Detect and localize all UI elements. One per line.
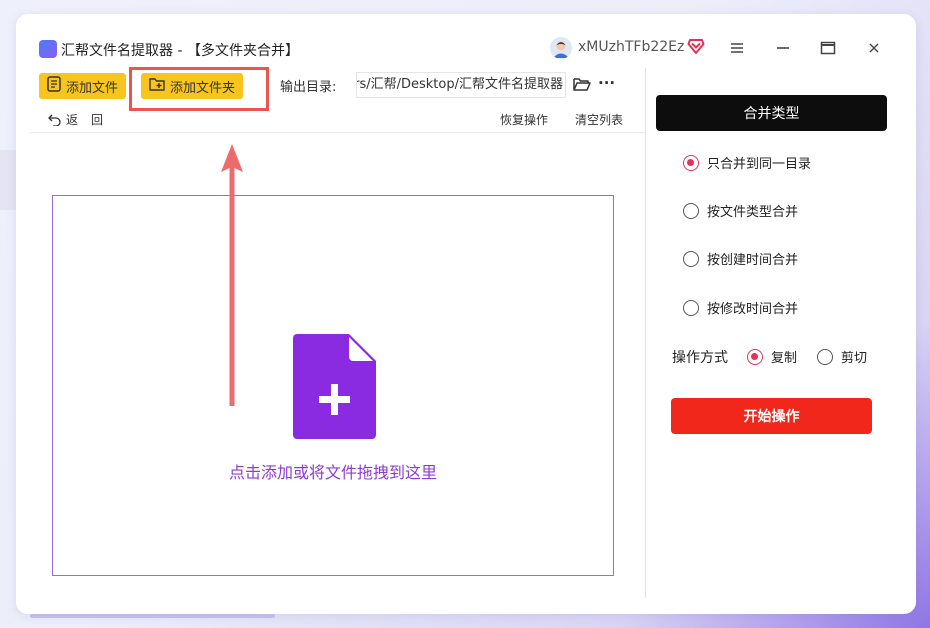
merge-type-title: 合并类型 — [656, 95, 887, 131]
annotation-arrow-icon — [220, 144, 244, 413]
background-decoration-bar — [30, 614, 275, 618]
restore-button[interactable]: 恢复操作 — [500, 111, 548, 128]
file-drop-zone[interactable]: 点击添加或将文件拖拽到这里 — [52, 195, 614, 576]
start-button[interactable]: 开始操作 — [671, 398, 872, 434]
file-list-icon — [47, 76, 61, 96]
drop-zone-hint: 点击添加或将文件拖拽到这里 — [228, 463, 437, 482]
clear-list-button[interactable]: 清空列表 — [575, 111, 623, 128]
app-logo-icon — [39, 40, 57, 58]
highlight-annotation-box — [129, 67, 269, 111]
back-button[interactable]: 返 — [66, 111, 78, 128]
maximize-button[interactable] — [816, 36, 840, 60]
radio-unselected-icon — [683, 202, 699, 219]
operation-copy-option[interactable]: 复制 — [747, 347, 797, 366]
merge-option-by-modified[interactable]: 按修改时间合并 — [683, 298, 798, 317]
add-file-button[interactable]: 添加文件 — [39, 73, 127, 99]
operation-mode-label: 操作方式 — [672, 350, 728, 366]
avatar[interactable] — [550, 37, 572, 59]
add-file-label: 添加文件 — [66, 80, 119, 96]
merge-option-by-created[interactable]: 按创建时间合并 — [683, 249, 798, 268]
minimize-button[interactable] — [771, 36, 795, 60]
radio-selected-icon — [683, 154, 699, 171]
back-button-second-char[interactable]: 回 — [91, 111, 103, 128]
merge-option-label: 按文件类型合并 — [707, 205, 799, 220]
menu-icon[interactable] — [725, 36, 749, 60]
radio-unselected-icon — [683, 250, 699, 267]
operation-option-label: 复制 — [771, 351, 798, 366]
radio-unselected-icon — [817, 348, 833, 365]
more-options-button[interactable]: ··· — [598, 74, 615, 92]
app-window: 汇帮文件名提取器 - 【多文件夹合并】 xMUzhTFb22Ez 添加文件 添加… — [16, 14, 916, 614]
operation-option-label: 剪切 — [841, 351, 868, 366]
merge-option-by-type[interactable]: 按文件类型合并 — [683, 201, 798, 220]
output-dir-field[interactable]: C:/Users/汇帮/Desktop/汇帮文件名提取器 — [356, 72, 566, 98]
back-label-2: 回 — [91, 113, 104, 127]
toolbar-divider — [30, 132, 645, 133]
merge-option-label: 按修改时间合并 — [707, 302, 799, 317]
window-title: 汇帮文件名提取器 - 【多文件夹合并】 — [61, 43, 299, 59]
radio-selected-icon — [747, 348, 763, 365]
operation-cut-option[interactable]: 剪切 — [817, 347, 867, 366]
merge-option-label: 只合并到同一目录 — [707, 157, 812, 172]
settings-panel — [645, 68, 903, 598]
vip-badge-icon[interactable] — [687, 37, 705, 59]
output-dir-value: C:/Users/汇帮/Desktop/汇帮文件名提取器 — [357, 77, 563, 92]
undo-arrow-icon — [48, 111, 61, 130]
close-button[interactable] — [862, 36, 886, 60]
merge-option-same-dir[interactable]: 只合并到同一目录 — [683, 153, 811, 172]
merge-option-label: 按创建时间合并 — [707, 253, 799, 268]
back-label: 返 — [66, 113, 79, 127]
output-dir-label: 输出目录: — [280, 80, 337, 95]
add-file-icon — [293, 334, 376, 443]
radio-unselected-icon — [683, 299, 699, 316]
username[interactable]: xMUzhTFb22Ez — [578, 39, 684, 55]
folder-open-icon[interactable] — [573, 77, 591, 96]
